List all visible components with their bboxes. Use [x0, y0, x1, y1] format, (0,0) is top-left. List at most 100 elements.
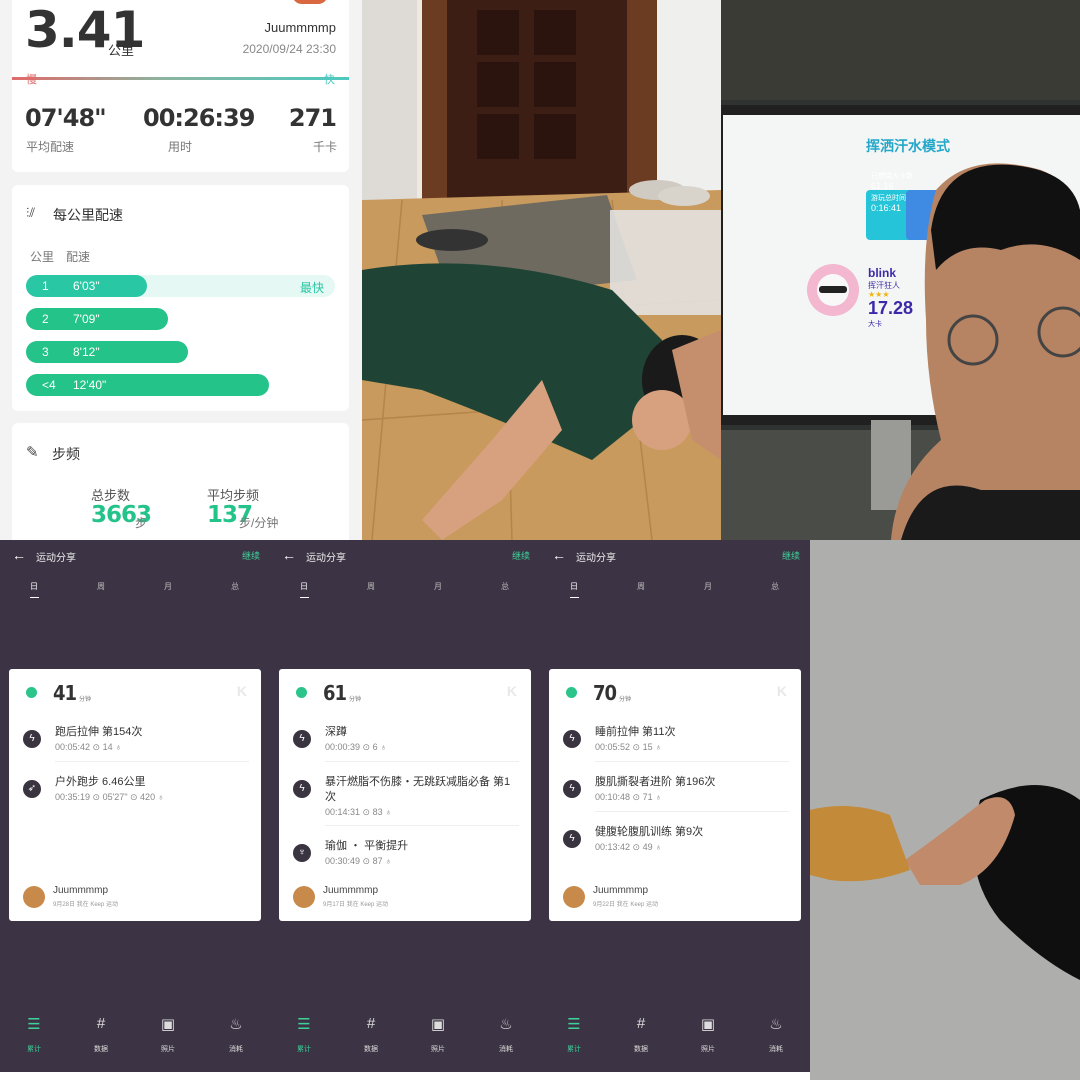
- activity-name: 腹肌撕裂者进阶 第196次: [595, 776, 716, 788]
- split-pace: 8'12": [73, 345, 100, 359]
- share-card: 61 分钟 Kϟ 深蹲 00:00:39 ⊙ 6 ♁ ϟ 暴汗燃脂不伤膝・无跳跃减脂必备 第…: [279, 669, 531, 921]
- data-nav[interactable]: # 数据: [351, 1015, 391, 1054]
- total-minutes: 70: [593, 681, 617, 705]
- nav-label: 消耗: [769, 1046, 783, 1053]
- clock-icon: [566, 687, 577, 698]
- activity-detail: 00:13:42 ⊙ 49 ♁: [595, 842, 662, 852]
- pace-icon: ⫶⫽: [26, 205, 36, 220]
- back-arrow-icon[interactable]: ←: [552, 547, 566, 563]
- back-arrow-icon[interactable]: ←: [282, 547, 296, 563]
- shoe-icon: ✎: [26, 444, 39, 461]
- period-tabs: 日周月总: [540, 581, 810, 601]
- pace-split-bar: 1 6'03": [26, 275, 147, 297]
- share-user-name: Juummmmp: [593, 885, 649, 896]
- active-tab-indicator: [300, 597, 309, 598]
- period-tab[interactable]: 日: [24, 581, 44, 592]
- data-nav[interactable]: # 数据: [81, 1015, 121, 1054]
- cumulative-nav[interactable]: ☰ 累计: [14, 1015, 54, 1054]
- period-tab[interactable]: 周: [91, 581, 111, 592]
- share-card: 70 分钟 Kϟ 睡前拉伸 第11次 00:05:52 ⊙ 15 ♁ ϟ 腹肌撕裂者进阶 第…: [549, 669, 801, 921]
- share-card: 41 分钟 Kϟ 跑后拉伸 第154次 00:05:42 ⊙ 14 ♁ ➶ 户外跑步 6.4…: [9, 669, 261, 921]
- pace-split-bar: 3 8'12": [26, 341, 188, 363]
- cumulative-nav[interactable]: ☰ 累计: [284, 1015, 324, 1054]
- divider: [55, 761, 249, 762]
- activity-name: 睡前拉伸 第11次: [595, 726, 676, 738]
- nav-icon: ♨: [499, 1016, 513, 1033]
- avatar: [292, 0, 328, 4]
- continue-button[interactable]: 继续: [512, 549, 530, 562]
- cumulative-nav[interactable]: ☰ 累计: [554, 1015, 594, 1054]
- total-minutes: 61: [323, 681, 347, 705]
- consumption-nav[interactable]: ♨ 消耗: [756, 1015, 796, 1054]
- activity-name: 跑后拉伸 第154次: [55, 726, 143, 738]
- slow-label: 慢: [26, 74, 37, 86]
- avatar: [563, 886, 585, 908]
- share-header: ← 运动分享 继续: [270, 540, 540, 570]
- total-steps-unit: 步: [135, 516, 148, 530]
- divider: [325, 761, 519, 762]
- period-tab[interactable]: 月: [158, 581, 178, 592]
- lightning-icon: ϟ: [563, 830, 581, 848]
- nav-icon: ▣: [160, 1016, 176, 1033]
- game-title: 挥洒汗水模式: [866, 138, 950, 154]
- run-datetime: 2020/09/24 23:30: [242, 42, 336, 56]
- period-tab[interactable]: 总: [765, 581, 785, 592]
- period-tab[interactable]: 周: [631, 581, 651, 592]
- share-user-name: Juummmmp: [323, 885, 379, 896]
- nav-icon: ☰: [567, 1016, 581, 1033]
- photos-nav[interactable]: ▣ 照片: [148, 1015, 188, 1054]
- period-tab[interactable]: 日: [294, 581, 314, 592]
- consumption-nav[interactable]: ♨ 消耗: [216, 1015, 256, 1054]
- period-tab[interactable]: 总: [225, 581, 245, 592]
- calories-burned-label: 已燃烧大卡数: [871, 173, 913, 180]
- minutes-unit: 分钟: [79, 697, 92, 703]
- continue-button[interactable]: 继续: [782, 549, 800, 562]
- pushup-photo: [362, 0, 721, 540]
- photos-nav[interactable]: ▣ 照片: [688, 1015, 728, 1054]
- bottom-nav: ☰ 累计 # 数据 ▣ 照片 ♨ 消耗: [540, 1010, 810, 1080]
- divider: [595, 811, 789, 812]
- period-tab[interactable]: 总: [495, 581, 515, 592]
- avg-pace-value: 07'48": [25, 104, 107, 132]
- period-tab[interactable]: 日: [564, 581, 584, 592]
- nav-icon: ☰: [297, 1016, 311, 1033]
- total-minutes: 41: [53, 681, 77, 705]
- clock-icon: [26, 687, 37, 698]
- nav-label: 累计: [567, 1046, 581, 1053]
- period-tab[interactable]: 月: [428, 581, 448, 592]
- photos-nav[interactable]: ▣ 照片: [418, 1015, 458, 1054]
- nav-label: 照片: [701, 1046, 715, 1053]
- period-tab[interactable]: 周: [361, 581, 381, 592]
- nav-label: 累计: [297, 1046, 311, 1053]
- avatar: [293, 886, 315, 908]
- share-title: 运动分享: [306, 553, 346, 564]
- split-pace: 12'40": [73, 378, 107, 392]
- activity-name: 暴汗燃脂不伤膝・无跳跃减脂必备 第1次: [325, 776, 511, 803]
- fastest-label: 最快: [300, 281, 325, 295]
- distance-unit: 公里: [108, 43, 135, 58]
- calories-burned-value: 61.16: [871, 181, 894, 191]
- activity-name: 瑜伽 ・ 平衡提升: [325, 840, 409, 852]
- continue-button[interactable]: 继续: [242, 549, 260, 562]
- nav-label: 照片: [431, 1046, 445, 1053]
- minutes-unit: 分钟: [619, 697, 632, 703]
- lightning-icon: ϟ: [293, 780, 311, 798]
- player-score-unit: 大卡: [868, 321, 882, 328]
- lightning-icon: ϟ: [563, 780, 581, 798]
- nav-icon: ▣: [430, 1016, 446, 1033]
- back-arrow-icon[interactable]: ←: [12, 547, 26, 563]
- nav-label: 数据: [364, 1046, 378, 1053]
- consumption-nav[interactable]: ♨ 消耗: [486, 1015, 526, 1054]
- data-nav[interactable]: # 数据: [621, 1015, 661, 1054]
- activity-detail: 00:35:19 ⊙ 05'27" ⊙ 420 ♁: [55, 792, 165, 802]
- screen-selfie-photo: 挥洒汗水模式 已燃烧大卡数 61.16 游玩总时间 0:16:41 blink …: [721, 0, 1080, 540]
- split-km: <4: [42, 378, 56, 392]
- active-tab-indicator: [30, 597, 39, 598]
- share-user-name: Juummmmp: [53, 885, 109, 896]
- nav-label: 数据: [634, 1046, 648, 1053]
- split-pace: 7'09": [73, 312, 100, 326]
- play-time-label: 游玩总时间: [871, 195, 906, 202]
- period-tab[interactable]: 月: [698, 581, 718, 592]
- pace-col-pace: 配速: [66, 250, 91, 264]
- share-date: 9月22日 我在 Keep 运动: [593, 902, 659, 908]
